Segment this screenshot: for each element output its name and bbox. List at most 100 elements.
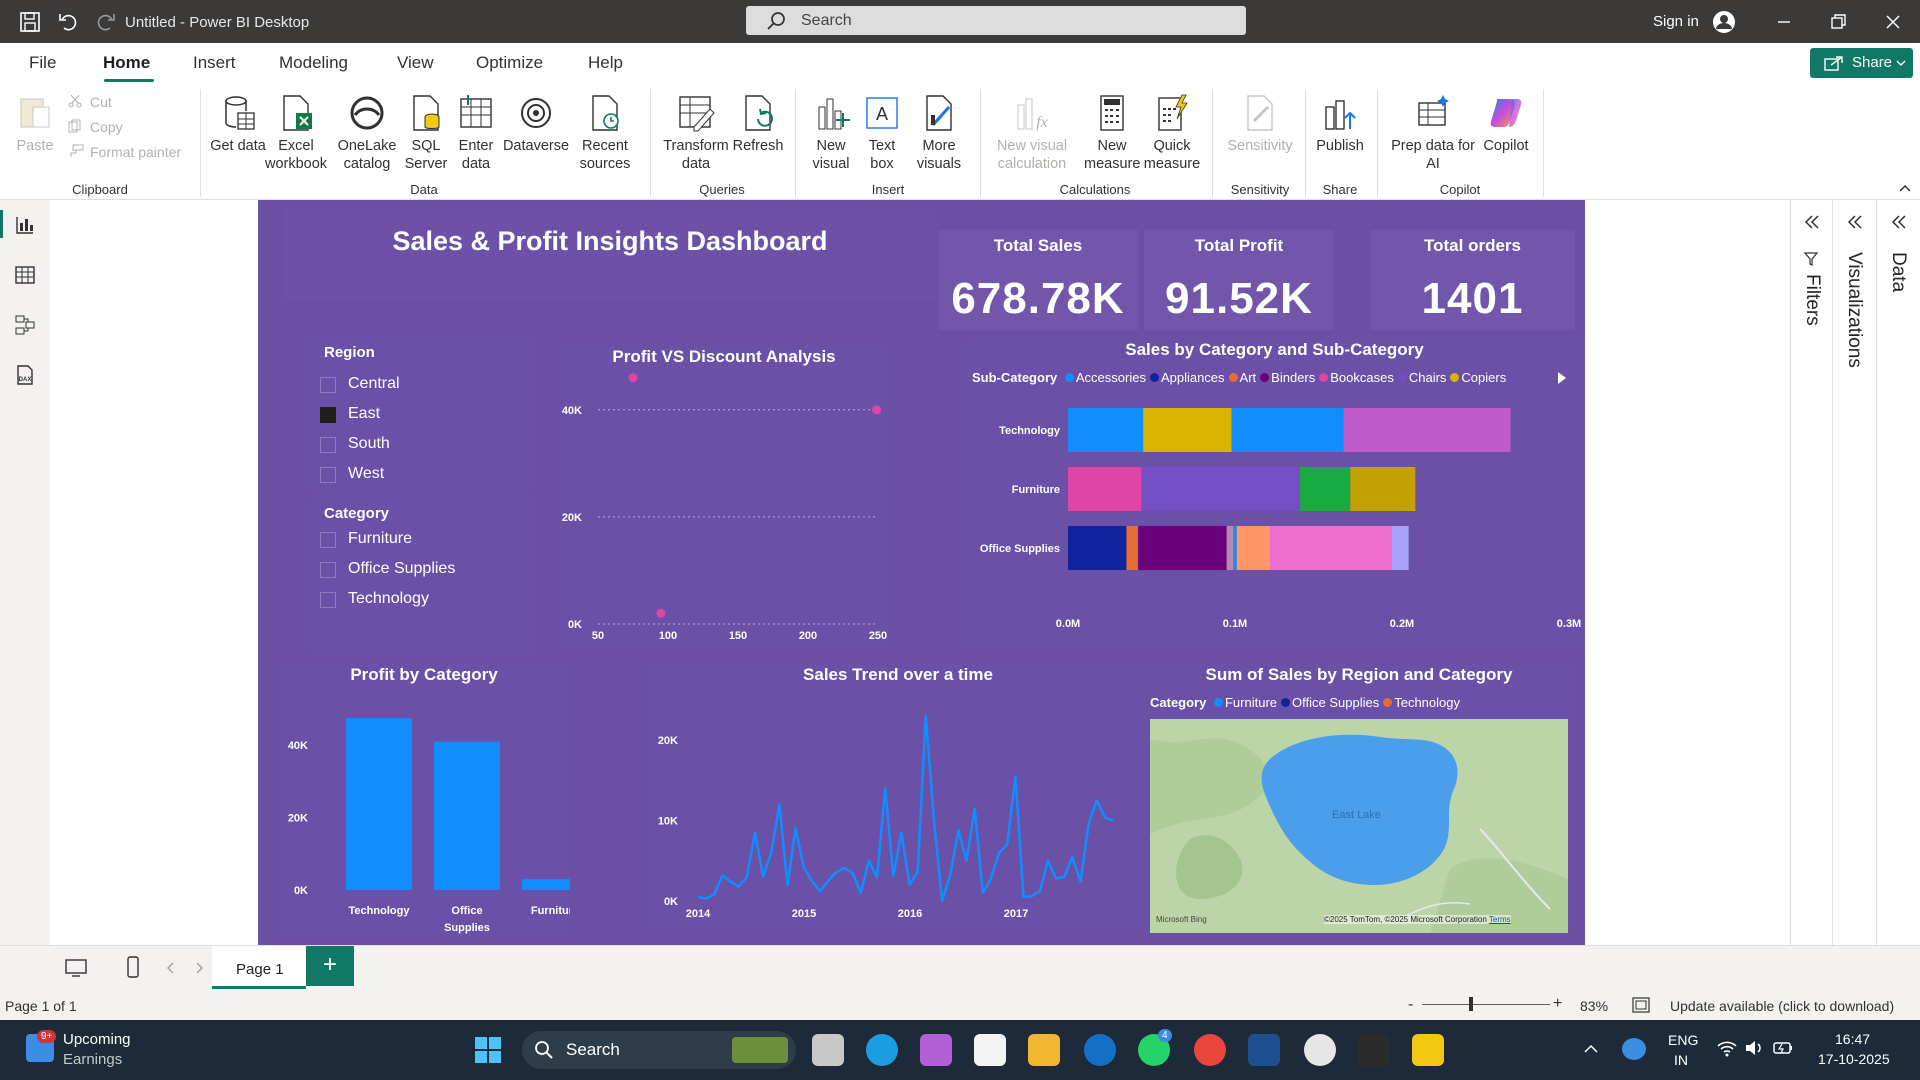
- dataverse-button[interactable]: Dataverse: [500, 93, 572, 155]
- desktop-layout-icon[interactable]: [64, 958, 88, 978]
- close-icon[interactable]: [1883, 12, 1903, 32]
- legend-item[interactable]: Office Supplies: [1292, 695, 1379, 710]
- stacked-bar-chart[interactable]: Technology Furniture Office Supplies 0.0M 0.…: [964, 340, 1585, 650]
- column-chart[interactable]: 0K 20K 40K Technology Office Supplies Furnitur…: [278, 663, 570, 938]
- chatgpt-icon[interactable]: [1304, 1034, 1336, 1066]
- clock-time[interactable]: 16:47: [1835, 1031, 1870, 1047]
- taskbar-search[interactable]: Search: [522, 1031, 796, 1069]
- update-available-link[interactable]: Update available (click to download): [1670, 998, 1894, 1014]
- task-view-icon[interactable]: [812, 1034, 844, 1066]
- account-icon[interactable]: [1712, 10, 1736, 34]
- data-pane-collapsed[interactable]: Data: [1876, 200, 1920, 945]
- minimize-icon[interactable]: [1774, 12, 1794, 32]
- onedrive-icon[interactable]: [1622, 1038, 1646, 1060]
- checkbox[interactable]: [320, 467, 336, 483]
- legend-item[interactable]: Furniture: [1225, 695, 1277, 710]
- undo-icon[interactable]: [56, 10, 80, 34]
- line-chart[interactable]: 0K 10K 20K 2014 2015 2016 2017: [648, 663, 1148, 928]
- sales-map-visual[interactable]: Sum of Sales by Region and Category Cate…: [1145, 663, 1573, 933]
- checkbox[interactable]: [320, 437, 336, 453]
- get-data-button[interactable]: Get data: [208, 93, 268, 155]
- filters-pane-collapsed[interactable]: Filters: [1790, 200, 1832, 945]
- edge-icon[interactable]: [866, 1034, 898, 1066]
- expand-visualizations-icon[interactable]: [1846, 214, 1864, 230]
- transform-data-button[interactable]: Transform data: [660, 93, 732, 173]
- language-line1[interactable]: ENG: [1668, 1032, 1698, 1048]
- collapse-ribbon-icon[interactable]: [1899, 183, 1911, 193]
- share-button[interactable]: Share: [1810, 48, 1913, 78]
- windows-start-icon[interactable]: [474, 1036, 502, 1064]
- sql-server-button[interactable]: SQL Server: [402, 93, 450, 173]
- kpi-card-total-orders[interactable]: Total orders 1401: [1370, 230, 1575, 330]
- enter-data-button[interactable]: Enter data: [452, 93, 500, 173]
- fit-to-page-icon[interactable]: [1632, 997, 1650, 1013]
- dashboard-title-card[interactable]: Sales & Profit Insights Dashboard: [283, 210, 937, 300]
- slicer-item-east[interactable]: East: [308, 405, 534, 425]
- menu-home[interactable]: Home: [103, 53, 150, 73]
- save-icon[interactable]: [18, 10, 42, 34]
- slicer-item-office-supplies[interactable]: Office Supplies: [308, 560, 534, 580]
- visualizations-pane-collapsed[interactable]: Visualizations: [1832, 200, 1876, 945]
- checkbox[interactable]: [320, 532, 336, 548]
- volume-icon[interactable]: [1744, 1038, 1764, 1058]
- prep-data-for-ai-button[interactable]: Prep data for AI: [1385, 93, 1481, 173]
- text-box-button[interactable]: A Text box: [858, 93, 906, 173]
- next-page-icon[interactable]: [195, 962, 203, 974]
- power-bi-icon[interactable]: [1412, 1034, 1444, 1066]
- checkbox[interactable]: [320, 592, 336, 608]
- search-input[interactable]: Search: [746, 6, 1246, 35]
- profit-vs-discount-visual[interactable]: Profit VS Discount Analysis 0K 20K 40K 50 10…: [560, 347, 888, 650]
- sales-trend-visual[interactable]: Sales Trend over a time 0K 10K 20K 2014 2015…: [648, 663, 1148, 928]
- scatter-chart[interactable]: 0K 20K 40K 50 100 150 200 250: [560, 347, 888, 650]
- page-tab[interactable]: Page 1: [212, 946, 306, 989]
- dax-query-view-icon[interactable]: DAX: [14, 364, 36, 386]
- checkbox-checked[interactable]: [320, 407, 336, 423]
- category-slicer[interactable]: Category Furniture Office Supplies Techn…: [308, 498, 534, 653]
- add-page-button[interactable]: +: [306, 946, 354, 986]
- legend-item[interactable]: Technology: [1394, 695, 1460, 710]
- sign-in-link[interactable]: Sign in: [1653, 13, 1699, 30]
- slicer-item-furniture[interactable]: Furniture: [308, 530, 534, 550]
- slicer-item-west[interactable]: West: [308, 465, 534, 485]
- recent-sources-button[interactable]: Recent sources: [572, 93, 638, 173]
- restore-icon[interactable]: [1828, 12, 1848, 32]
- quick-measure-button[interactable]: Quick measure: [1142, 93, 1202, 173]
- checkbox[interactable]: [320, 377, 336, 393]
- zoom-slider-thumb[interactable]: [1469, 997, 1473, 1011]
- onelake-catalog-button[interactable]: OneLake catalog: [333, 93, 401, 173]
- chrome-icon[interactable]: [1194, 1034, 1226, 1066]
- wifi-icon[interactable]: [1716, 1038, 1738, 1058]
- show-hidden-icons-icon[interactable]: [1584, 1044, 1598, 1054]
- kpi-card-total-sales[interactable]: Total Sales 678.78K: [938, 230, 1138, 330]
- menu-view[interactable]: View: [397, 53, 434, 73]
- terminal-icon[interactable]: [1358, 1034, 1390, 1066]
- checkbox[interactable]: [320, 562, 336, 578]
- zoom-level[interactable]: 83%: [1580, 998, 1608, 1014]
- kpi-card-total-profit[interactable]: Total Profit 91.52K: [1144, 230, 1334, 330]
- expand-data-icon[interactable]: [1890, 214, 1908, 230]
- file-explorer-icon[interactable]: [1028, 1034, 1060, 1066]
- menu-file[interactable]: File: [29, 53, 56, 73]
- slicer-item-central[interactable]: Central: [308, 375, 534, 395]
- sql-management-icon[interactable]: [1248, 1034, 1280, 1066]
- more-visuals-button[interactable]: More visuals: [906, 93, 972, 173]
- model-view-icon[interactable]: [14, 314, 36, 336]
- menu-insert[interactable]: Insert: [193, 53, 236, 73]
- copilot-button[interactable]: Copilot: [1476, 93, 1536, 155]
- copilot-app-icon[interactable]: [920, 1034, 952, 1066]
- map-terms-link[interactable]: Terms: [1489, 915, 1511, 924]
- report-view-icon[interactable]: [14, 214, 36, 236]
- new-measure-button[interactable]: New measure: [1084, 93, 1140, 173]
- excel-workbook-button[interactable]: Excel workbook: [262, 93, 330, 173]
- store-icon[interactable]: [974, 1034, 1006, 1066]
- menu-modeling[interactable]: Modeling: [279, 53, 348, 73]
- redo-icon[interactable]: [94, 10, 118, 34]
- table-view-icon[interactable]: [14, 264, 36, 286]
- mobile-layout-icon[interactable]: [126, 956, 140, 978]
- zoom-in-button[interactable]: +: [1553, 995, 1562, 1013]
- slicer-item-technology[interactable]: Technology: [308, 590, 534, 610]
- menu-optimize[interactable]: Optimize: [476, 53, 543, 73]
- slicer-item-south[interactable]: South: [308, 435, 534, 455]
- new-visual-button[interactable]: New visual: [805, 93, 857, 173]
- clock-date[interactable]: 17-10-2025: [1818, 1051, 1890, 1067]
